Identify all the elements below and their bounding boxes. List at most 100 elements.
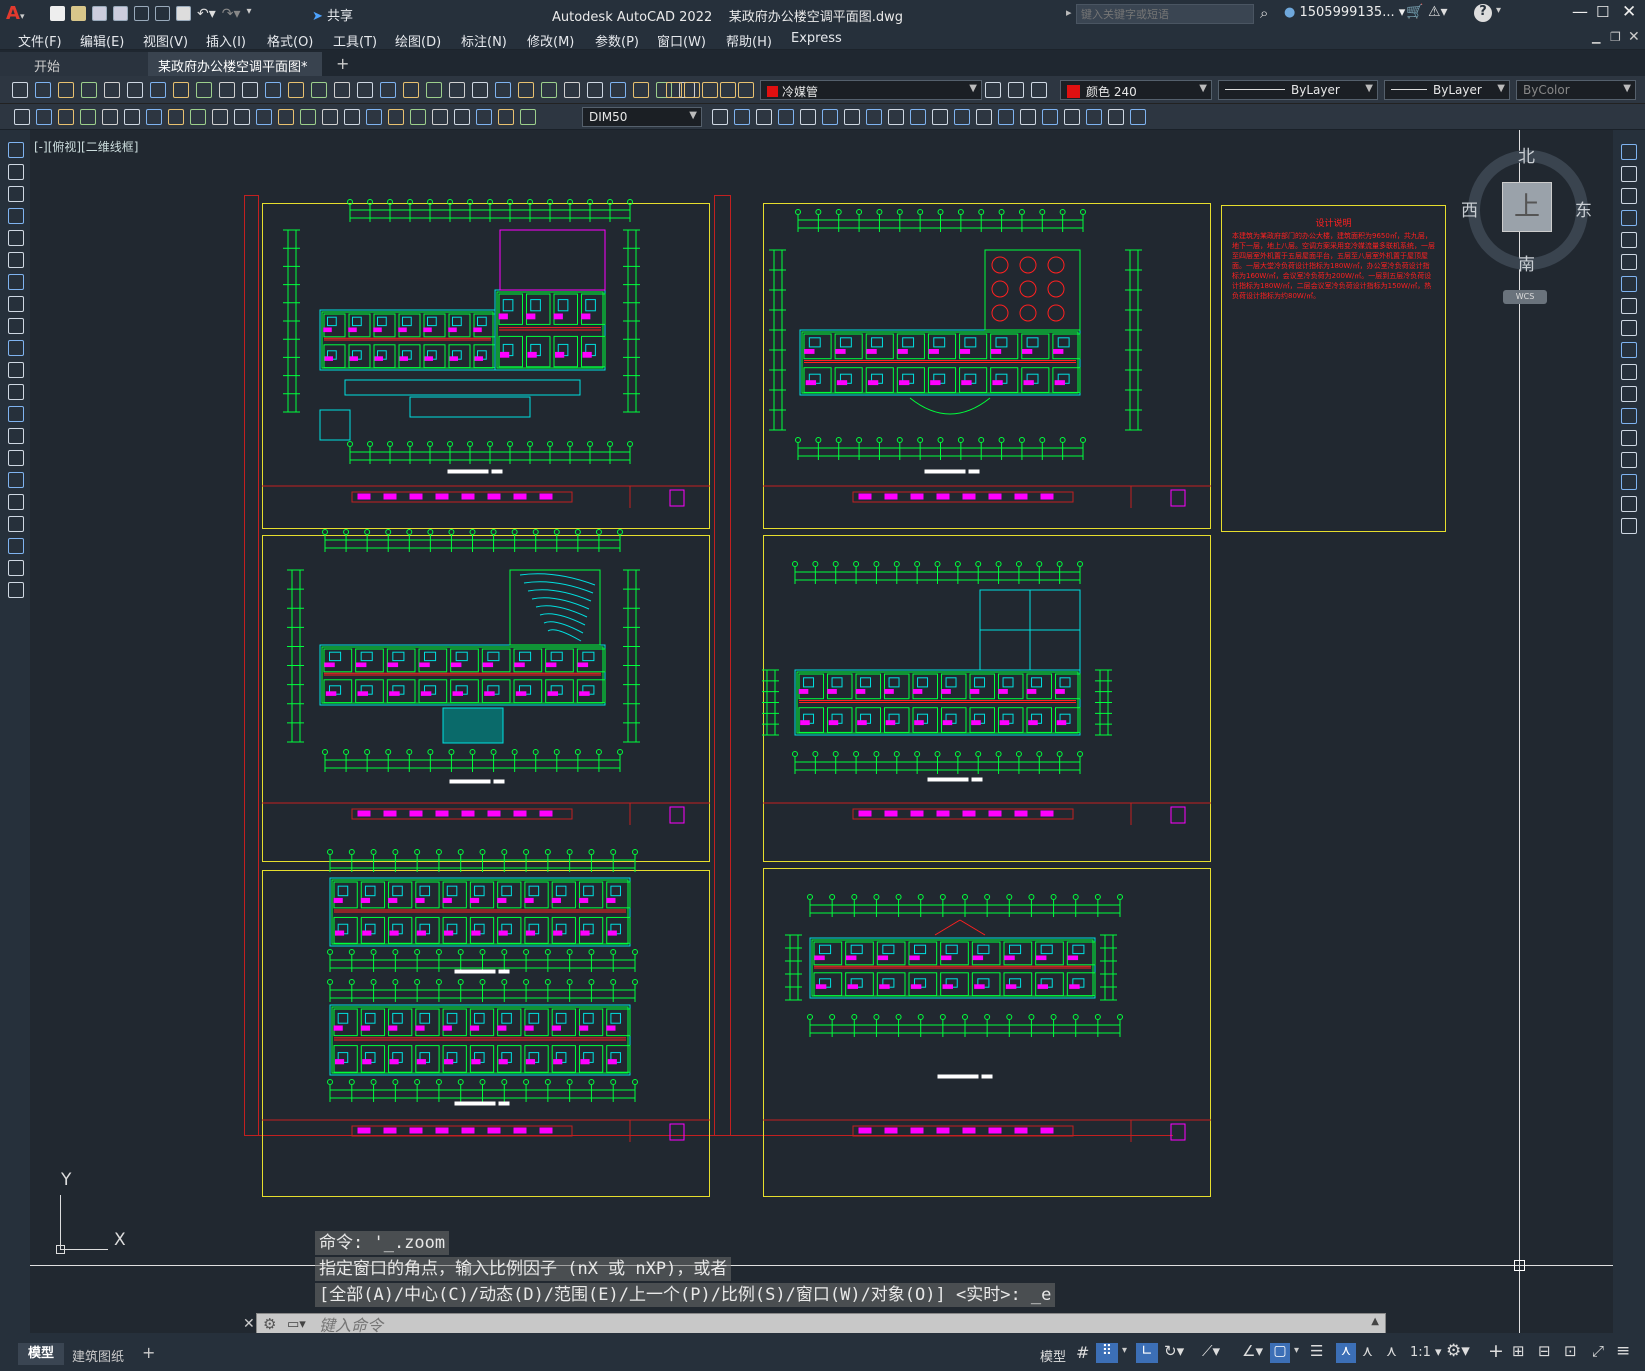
command-history-icon[interactable]: ▲ — [1371, 1316, 1379, 1327]
customize-icon[interactable]: ▾ — [247, 6, 252, 22]
draw-tool-icon-1[interactable] — [8, 164, 24, 180]
linetype-dropdown[interactable]: ByLayer ▼ — [1218, 80, 1378, 100]
menu-format[interactable]: 格式(O) — [267, 31, 313, 50]
modify2-tool-icon-4[interactable] — [800, 109, 816, 125]
annotation-visibility-icon[interactable]: ⋏ — [1336, 1343, 1356, 1363]
dim-tool-icon-16[interactable] — [366, 109, 382, 125]
draw-tool-icon-3[interactable] — [8, 208, 24, 224]
draw-tool-icon-16[interactable] — [8, 494, 24, 510]
dim-tool-icon-1[interactable] — [36, 109, 52, 125]
minimize-icon[interactable]: — — [1572, 2, 1588, 21]
standard-tool-icon-14[interactable] — [334, 82, 350, 98]
menu-draw[interactable]: 绘图(D) — [395, 31, 441, 50]
dim-tool-icon-8[interactable] — [190, 109, 206, 125]
polar-icon[interactable]: ↻▾ — [1164, 1342, 1184, 1360]
compass-south[interactable]: 南 — [1518, 250, 1535, 275]
help-icon[interactable]: ? — [1474, 4, 1492, 22]
standard-tool-icon-8[interactable] — [196, 82, 212, 98]
redo-icon[interactable]: ↷▾ — [222, 6, 241, 22]
modify-tool-icon-6[interactable] — [1621, 276, 1637, 292]
osnap-dropdown-icon[interactable]: ▾ — [1294, 1345, 1299, 1356]
snap-icon[interactable]: ⠿ — [1096, 1343, 1118, 1363]
modify-tool-icon-0[interactable] — [1621, 144, 1637, 160]
lineweight-dropdown[interactable]: ByLayer ▼ — [1384, 80, 1510, 100]
menu-file[interactable]: 文件(F) — [18, 31, 62, 50]
workspace-gear-icon[interactable]: ⚙▾ — [1446, 1341, 1470, 1361]
modify2-tool-icon-6[interactable] — [844, 109, 860, 125]
layer-state-icon-0[interactable] — [666, 82, 682, 98]
draw-tool-icon-7[interactable] — [8, 296, 24, 312]
modify2-tool-icon-18[interactable] — [1108, 109, 1124, 125]
color-dropdown[interactable]: 颜色 240 ▼ — [1060, 80, 1212, 100]
layer-state-icon-2[interactable] — [702, 82, 718, 98]
customize-menu-icon[interactable]: ≡ — [1616, 1341, 1630, 1361]
standard-tool-icon-27[interactable] — [633, 82, 649, 98]
maximize-icon[interactable]: ☐ — [1596, 3, 1609, 21]
standard-tool-icon-10[interactable] — [242, 82, 258, 98]
command-input[interactable] — [319, 1315, 1359, 1335]
dim-tool-icon-17[interactable] — [388, 109, 404, 125]
menu-modify[interactable]: 修改(M) — [527, 31, 574, 50]
dim-tool-icon-9[interactable] — [212, 109, 228, 125]
draw-tool-icon-14[interactable] — [8, 450, 24, 466]
dim-tool-icon-3[interactable] — [80, 109, 96, 125]
compass-west[interactable]: 西 — [1461, 196, 1478, 221]
command-recent-icon[interactable]: ▭▾ — [287, 1317, 306, 1332]
modify-tool-icon-14[interactable] — [1621, 452, 1637, 468]
draw-tool-icon-19[interactable] — [8, 560, 24, 576]
draw-tool-icon-20[interactable] — [8, 582, 24, 598]
menu-edit[interactable]: 编辑(E) — [80, 31, 124, 50]
modify-tool-icon-2[interactable] — [1621, 188, 1637, 204]
standard-tool-icon-15[interactable] — [357, 82, 373, 98]
autocad-logo-icon[interactable]: A▾ — [6, 3, 28, 25]
save-web-icon[interactable] — [155, 6, 170, 21]
menu-tools[interactable]: 工具(T) — [333, 31, 377, 50]
isometric-icon[interactable]: ⟋▾ — [1202, 1342, 1220, 1360]
modify2-tool-icon-19[interactable] — [1130, 109, 1146, 125]
modify-tool-icon-4[interactable] — [1621, 232, 1637, 248]
plot-icon[interactable] — [176, 6, 191, 21]
open-icon[interactable] — [71, 6, 86, 21]
quick-properties-icon[interactable]: ⊟ — [1538, 1342, 1551, 1360]
dim-tool-icon-14[interactable] — [322, 109, 338, 125]
modify2-tool-icon-16[interactable] — [1064, 109, 1080, 125]
modify2-tool-icon-15[interactable] — [1042, 109, 1058, 125]
object-tracking-icon[interactable]: ∠▾ — [1242, 1342, 1263, 1360]
ortho-icon[interactable]: ∟ — [1136, 1343, 1158, 1363]
menu-parametric[interactable]: 参数(P) — [595, 31, 639, 50]
draw-tool-icon-11[interactable] — [8, 384, 24, 400]
menu-window[interactable]: 窗口(W) — [657, 31, 706, 50]
layer-tool-icon-2[interactable] — [1031, 82, 1047, 98]
draw-tool-icon-10[interactable] — [8, 362, 24, 378]
dim-tool-icon-12[interactable] — [278, 109, 294, 125]
dim-tool-icon-4[interactable] — [102, 109, 118, 125]
standard-tool-icon-13[interactable] — [311, 82, 327, 98]
layer-tool-icon-0[interactable] — [985, 82, 1001, 98]
dim-tool-icon-0[interactable] — [14, 109, 30, 125]
modify2-tool-icon-3[interactable] — [778, 109, 794, 125]
layer-state-icon-3[interactable] — [720, 82, 736, 98]
standard-tool-icon-25[interactable] — [587, 82, 603, 98]
command-wrench-icon[interactable]: ⚙ — [263, 1315, 276, 1333]
doc-close-icon[interactable]: ✕ — [1628, 29, 1640, 45]
modify2-tool-icon-9[interactable] — [910, 109, 926, 125]
dim-tool-icon-6[interactable] — [146, 109, 162, 125]
modify2-tool-icon-7[interactable] — [866, 109, 882, 125]
standard-tool-icon-26[interactable] — [610, 82, 626, 98]
modify2-tool-icon-14[interactable] — [1020, 109, 1036, 125]
modify2-tool-icon-12[interactable] — [976, 109, 992, 125]
standard-tool-icon-16[interactable] — [380, 82, 396, 98]
standard-tool-icon-24[interactable] — [564, 82, 580, 98]
annotation-scale-icon[interactable]: ⋏ — [1386, 1342, 1397, 1360]
wcs-menu[interactable]: WCS — [1503, 290, 1547, 304]
annotation-monitor-icon[interactable]: + — [1488, 1340, 1504, 1362]
modify2-tool-icon-5[interactable] — [822, 109, 838, 125]
search-input[interactable] — [1076, 4, 1254, 24]
standard-tool-icon-18[interactable] — [426, 82, 442, 98]
tab-layout[interactable]: 建筑图纸 — [72, 1346, 124, 1365]
modify-tool-icon-11[interactable] — [1621, 386, 1637, 402]
menu-express[interactable]: Express — [791, 31, 842, 46]
dim-tool-icon-7[interactable] — [168, 109, 184, 125]
modify2-tool-icon-8[interactable] — [888, 109, 904, 125]
isolate-objects-icon[interactable]: ⊡ — [1564, 1342, 1577, 1360]
